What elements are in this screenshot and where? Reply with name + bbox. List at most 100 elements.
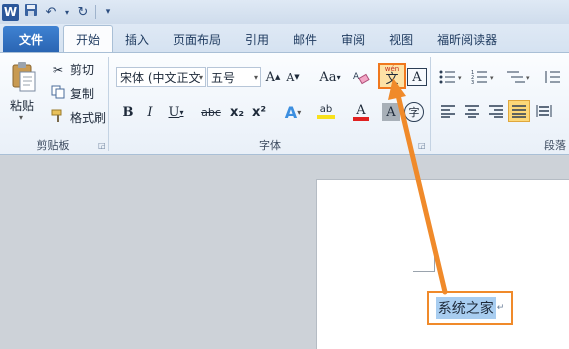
grow-font-button[interactable]: A ▲ bbox=[264, 66, 282, 88]
save-icon[interactable] bbox=[23, 3, 39, 21]
superscript-label: x² bbox=[251, 104, 267, 120]
justify-icon bbox=[512, 105, 526, 118]
paste-dropdown-icon[interactable]: ▾ bbox=[19, 113, 23, 122]
scissors-icon: ✂ bbox=[52, 62, 64, 77]
strikethrough-label: abc bbox=[201, 105, 221, 119]
align-center-button[interactable] bbox=[462, 101, 482, 121]
font-color-bar bbox=[353, 116, 369, 121]
tab-references[interactable]: 引用 bbox=[233, 26, 281, 52]
bold-label: B bbox=[122, 104, 134, 120]
subscript-button[interactable]: x₂ bbox=[227, 101, 247, 123]
bold-button[interactable]: B bbox=[118, 101, 138, 123]
bullets-icon: ▾ bbox=[439, 70, 462, 84]
shrink-font-button[interactable]: A ▼ bbox=[284, 66, 302, 88]
copy-icon bbox=[50, 85, 66, 102]
font-group-label: 字体 bbox=[259, 139, 281, 152]
chevron-down-icon: ▾ bbox=[198, 72, 203, 82]
underline-label: U bbox=[168, 104, 180, 120]
paragraph-mark: ↵ bbox=[496, 303, 505, 313]
clipboard-dialog-launcher-icon[interactable]: ◲ bbox=[98, 141, 106, 150]
font-name-dropdown[interactable]: 宋体 (中文正文 ▾ bbox=[116, 67, 206, 87]
enclose-characters-label: 字 bbox=[408, 106, 420, 119]
undo-dropdown-icon[interactable]: ▾ bbox=[63, 8, 71, 17]
multilevel-list-button[interactable]: ▾ bbox=[504, 67, 534, 87]
font-color-label: A bbox=[356, 102, 366, 118]
customize-qat-icon[interactable]: ▾ bbox=[100, 7, 116, 17]
tab-mailings[interactable]: 邮件 bbox=[281, 26, 329, 52]
text-highlight-button[interactable]: ab bbox=[310, 101, 342, 123]
justify-button[interactable] bbox=[508, 100, 530, 122]
word-app-icon[interactable]: W bbox=[2, 3, 19, 21]
selected-text-callout: 系统之家 ↵ bbox=[427, 291, 513, 325]
text-effects-label: A bbox=[284, 102, 298, 122]
paragraph-group-label: 段落 bbox=[544, 139, 566, 152]
paste-button[interactable]: 粘贴 bbox=[10, 97, 34, 114]
subscript-label: x₂ bbox=[229, 104, 245, 120]
separator bbox=[95, 5, 96, 19]
decrease-indent-icon bbox=[545, 71, 560, 83]
enclose-characters-button[interactable]: 字 bbox=[404, 102, 424, 122]
align-left-button[interactable] bbox=[438, 101, 458, 121]
italic-button[interactable]: I bbox=[140, 101, 160, 123]
character-border-label: A bbox=[412, 69, 422, 85]
italic-label: I bbox=[147, 104, 153, 120]
align-right-button[interactable] bbox=[486, 101, 506, 121]
bullets-button[interactable]: ▾ bbox=[438, 67, 466, 87]
highlight-color-bar bbox=[317, 115, 335, 119]
tab-page-layout[interactable]: 页面布局 bbox=[161, 26, 233, 52]
multilevel-list-icon: ▾ bbox=[507, 71, 530, 83]
svg-text:▾: ▾ bbox=[458, 74, 462, 82]
phonetic-guide-char: 文 bbox=[385, 72, 399, 87]
underline-button[interactable]: U ▾ bbox=[162, 101, 190, 123]
align-right-icon bbox=[489, 105, 503, 118]
svg-text:3: 3 bbox=[471, 80, 474, 85]
margin-mark bbox=[434, 250, 435, 272]
change-case-label: Aa bbox=[319, 69, 337, 85]
tab-file[interactable]: 文件 bbox=[3, 26, 59, 52]
paste-icon[interactable] bbox=[11, 61, 37, 93]
margin-mark bbox=[413, 271, 435, 272]
change-case-button[interactable]: Aa ▾ bbox=[316, 66, 344, 88]
tab-view[interactable]: 视图 bbox=[377, 26, 425, 52]
undo-icon[interactable]: ↶ bbox=[43, 5, 59, 20]
format-painter-label: 格式刷 bbox=[70, 111, 107, 125]
font-name-value: 宋体 (中文正文 bbox=[120, 70, 201, 85]
clear-formatting-icon: A bbox=[353, 72, 370, 85]
character-border-button[interactable]: A bbox=[407, 68, 427, 86]
svg-text:A: A bbox=[353, 72, 360, 82]
tab-home[interactable]: 开始 bbox=[63, 25, 113, 52]
highlight-label: ab bbox=[319, 104, 333, 115]
font-size-dropdown[interactable]: 五号 ▾ bbox=[207, 67, 261, 87]
chevron-down-icon: ▾ bbox=[253, 72, 258, 82]
distributed-icon bbox=[536, 105, 552, 117]
decrease-indent-button[interactable] bbox=[544, 67, 562, 87]
phonetic-guide-button[interactable]: wén 文 bbox=[378, 63, 406, 89]
text-effects-button[interactable]: A ▾ bbox=[278, 101, 308, 123]
align-center-icon bbox=[465, 105, 479, 118]
distributed-button[interactable] bbox=[534, 101, 554, 121]
tab-insert[interactable]: 插入 bbox=[113, 26, 161, 52]
quick-access-toolbar: W ↶ ▾ ↻ ▾ bbox=[0, 0, 569, 24]
tab-review[interactable]: 审阅 bbox=[329, 26, 377, 52]
font-dialog-launcher-icon[interactable]: ◲ bbox=[418, 141, 426, 150]
redo-icon[interactable]: ↻ bbox=[75, 5, 91, 20]
superscript-button[interactable]: x² bbox=[249, 101, 269, 123]
shrink-font-label: A bbox=[286, 70, 295, 84]
character-shading-button[interactable]: A bbox=[382, 103, 400, 121]
cut-button[interactable]: ✂ 剪切 bbox=[50, 61, 94, 78]
cut-label: 剪切 bbox=[70, 63, 95, 77]
tab-foxit-reader[interactable]: 福昕阅读器 bbox=[425, 26, 509, 52]
group-separator bbox=[430, 57, 431, 151]
grow-font-label: A bbox=[265, 69, 275, 85]
format-painter-icon bbox=[50, 109, 66, 126]
svg-text:▾: ▾ bbox=[526, 74, 530, 82]
numbering-button[interactable]: 123 ▾ bbox=[470, 67, 498, 87]
copy-button[interactable]: 复制 bbox=[50, 85, 94, 102]
numbering-icon: 123 ▾ bbox=[471, 70, 494, 85]
font-color-button[interactable]: A bbox=[346, 101, 376, 123]
selected-text[interactable]: 系统之家 bbox=[435, 297, 496, 319]
align-left-icon bbox=[441, 105, 455, 118]
strikethrough-button[interactable]: abc bbox=[197, 101, 225, 123]
format-painter-button[interactable]: 格式刷 bbox=[50, 109, 106, 126]
clear-formatting-button[interactable]: A bbox=[350, 66, 372, 88]
